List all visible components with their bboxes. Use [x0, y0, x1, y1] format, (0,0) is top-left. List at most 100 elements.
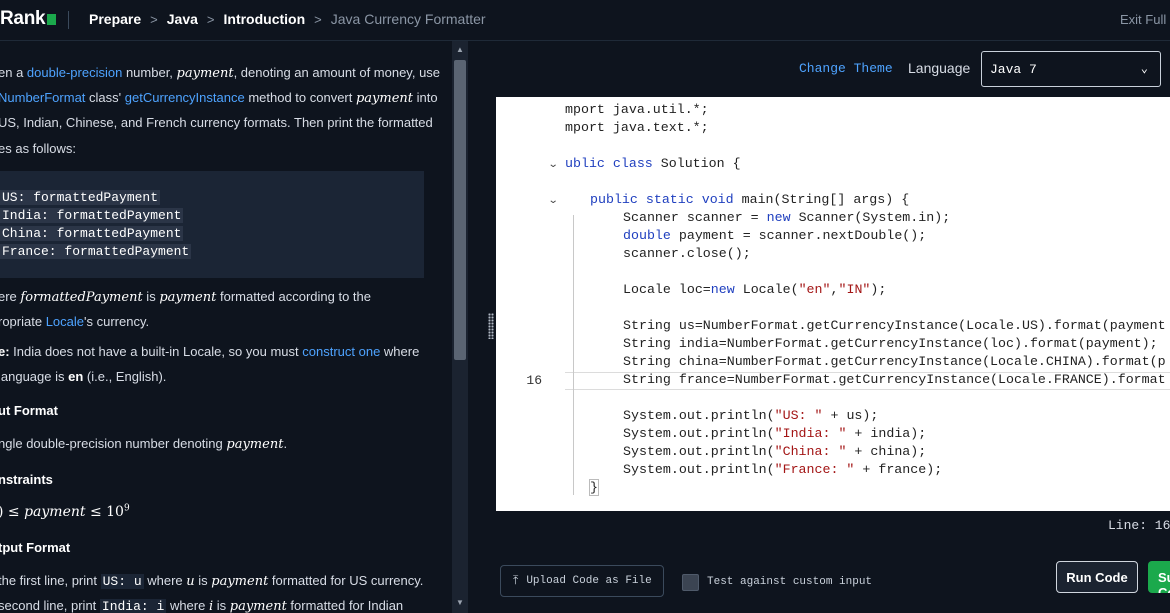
construct-one-link[interactable]: construct one [302, 344, 380, 359]
text: method to convert [244, 90, 356, 105]
logo-square-icon [47, 13, 57, 25]
problem-text: NumberFormat class' getCurrencyInstance … [0, 90, 438, 106]
keyword: new [710, 282, 735, 297]
constraints-heading: nstraints [0, 472, 53, 487]
sample-line: France: formattedPayment [0, 244, 192, 259]
code-text: main(String[] args) { [733, 192, 910, 207]
keyword: new [766, 210, 791, 225]
math-payment: payment [159, 290, 217, 305]
breadcrumb-current: Java Currency Formatter [330, 11, 486, 27]
locale-link[interactable]: Locale [46, 314, 84, 329]
code-editor[interactable]: 16 ⌄ ⌄ mport java.util.*; mport java.tex… [496, 97, 1170, 511]
top-bar: Rank Prepare > Java > Introduction > Jav… [0, 0, 1170, 41]
text-bold: en [68, 369, 84, 384]
chevron-down-icon: ⌄ [1140, 62, 1148, 76]
code-line: mport java.util.*; [565, 102, 709, 117]
code-text: System.out.println( [623, 426, 775, 441]
fold-chevron-icon[interactable]: ⌄ [548, 195, 559, 206]
indent-guide [573, 215, 574, 495]
text: language is [0, 369, 69, 384]
editor-status-bar: Line: 16 [496, 511, 1170, 545]
string-literal: "US: " [774, 408, 823, 423]
problem-text: es as follows: [0, 141, 77, 156]
breadcrumb-introduction[interactable]: Introduction [224, 11, 306, 27]
custom-input-checkbox[interactable] [682, 574, 699, 591]
logo-text: Rank [0, 8, 46, 29]
code-line: scanner.close(); [623, 246, 751, 261]
input-format-text: ngle double-precision number denoting pa… [0, 436, 287, 452]
input-format-heading: ut Format [0, 403, 58, 418]
sample-line: US: formattedPayment [0, 190, 161, 205]
text: number, [122, 65, 177, 80]
text: ere [0, 289, 21, 304]
problem-scrollbar[interactable]: ▲ ▼ [452, 41, 468, 613]
exit-fullscreen-button[interactable]: Exit Full S [1120, 12, 1170, 27]
language-select[interactable]: Java 7 ⌄ [981, 51, 1161, 87]
text: is [213, 598, 230, 613]
sample-output-block: US: formattedPayment India: formattedPay… [0, 171, 424, 278]
text: where [380, 344, 420, 359]
code-text: + france); [854, 462, 943, 477]
code-line: double payment = scanner.nextDouble(); [623, 228, 926, 243]
code-line: public static void main(String[] args) { [590, 192, 909, 207]
run-code-button[interactable]: Run Code [1056, 561, 1138, 593]
text: formatted for US currency. [268, 573, 424, 588]
drag-handle-icon[interactable] [488, 313, 494, 339]
scroll-up-icon[interactable]: ▲ [456, 45, 464, 54]
note-text: language is en (i.e., English). [0, 369, 166, 384]
double-precision-link[interactable]: double-precision [27, 65, 122, 80]
text: the first line, print [0, 573, 101, 588]
code-text: + china); [846, 444, 927, 459]
code-text: Locale( [734, 282, 799, 297]
keyword: ublic class [565, 156, 653, 171]
numberformat-link[interactable]: NumberFormat [0, 90, 85, 105]
inline-code: US: u [100, 574, 144, 589]
code-text: Scanner scanner = [623, 210, 767, 225]
math-payment: payment [176, 66, 234, 81]
getcurrencyinstance-link[interactable]: getCurrencyInstance [125, 90, 245, 105]
inline-code: India: i [99, 599, 167, 613]
code-text: payment = scanner.nextDouble(); [670, 228, 927, 243]
code-text: Scanner(System.in); [790, 210, 951, 225]
string-literal: "en" [798, 282, 831, 297]
text: formatted for Indian [286, 598, 404, 613]
string-literal: "India: " [774, 426, 847, 441]
math-var: u [186, 574, 195, 589]
upload-icon: ⤒ [513, 574, 519, 588]
custom-input-label[interactable]: Test against custom input [707, 576, 872, 588]
code-line: Scanner scanner = new Scanner(System.in)… [623, 210, 950, 225]
breadcrumb-java[interactable]: Java [167, 11, 198, 27]
logo[interactable]: Rank [0, 8, 57, 30]
exponent: 9 [123, 503, 130, 514]
text: ) ≤ [0, 504, 25, 520]
fold-chevron-icon[interactable]: ⌄ [548, 159, 559, 170]
scroll-down-icon[interactable]: ▼ [456, 598, 464, 607]
text: class' [85, 90, 125, 105]
scrollbar-thumb[interactable] [454, 60, 466, 360]
code-text: + india); [846, 426, 927, 441]
math-payment: payment [211, 574, 269, 589]
text: , denoting an amount of money, use [233, 65, 441, 80]
submit-code-button[interactable]: Submit Code [1148, 561, 1170, 593]
text: second line, print [0, 598, 100, 613]
text: ngle double-precision number denoting [0, 436, 227, 451]
app-window: Rank Prepare > Java > Introduction > Jav… [0, 0, 1170, 613]
panel-divider[interactable] [468, 41, 496, 613]
header-divider [68, 11, 69, 29]
text: where [166, 598, 209, 613]
code-line: System.out.println("China: " + china); [623, 444, 926, 459]
text: (i.e., English). [83, 369, 167, 384]
code-line: System.out.println("India: " + india); [623, 426, 926, 441]
code-text: Solution { [652, 156, 741, 171]
breadcrumb-prepare[interactable]: Prepare [89, 11, 141, 27]
note-label: e: [0, 344, 10, 359]
problem-text: ropriate Locale's currency. [0, 314, 149, 329]
change-theme-button[interactable]: Change Theme [799, 61, 893, 76]
upload-code-button[interactable]: ⤒ Upload Code as File [500, 565, 664, 597]
text: . [283, 436, 288, 451]
text: formatted according to the [216, 289, 372, 304]
code-text: + us); [822, 408, 879, 423]
sample-line: China: formattedPayment [0, 226, 184, 241]
code-text: Locale loc= [623, 282, 711, 297]
code-line: mport java.text.*; [565, 120, 709, 135]
